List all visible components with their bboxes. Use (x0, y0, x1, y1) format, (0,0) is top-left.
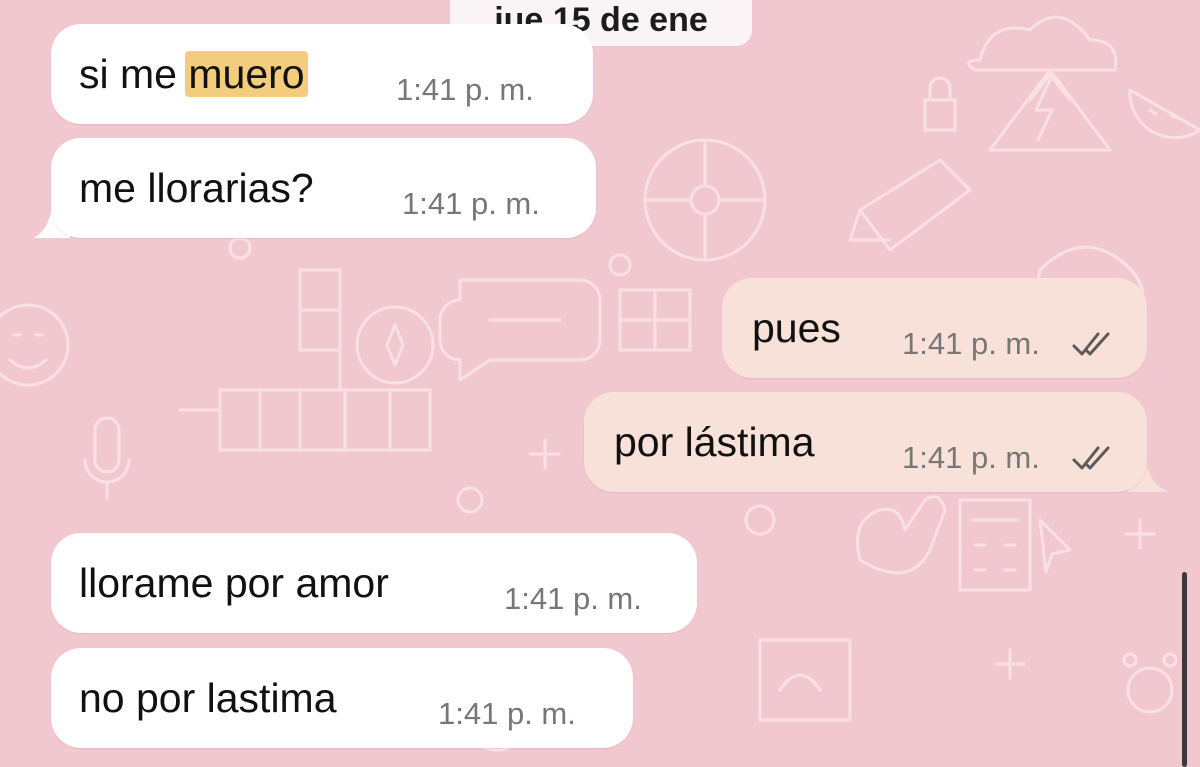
double-check-icon (1072, 332, 1110, 356)
message-text: me llorarias? (79, 165, 314, 211)
message-bubble-incoming[interactable]: llorame por amor 1:41 p. m. (51, 533, 697, 633)
message-bubble-outgoing[interactable]: pues 1:41 p. m. (722, 278, 1147, 378)
message-text: por lástima (614, 419, 815, 465)
message-time: 1:41 p. m. (902, 326, 1040, 361)
message-time: 1:41 p. m. (396, 72, 534, 107)
message-bubble-outgoing[interactable]: por lástima 1:41 p. m. (584, 392, 1147, 492)
message-text: pues (752, 305, 841, 351)
message-time: 1:41 p. m. (402, 186, 540, 221)
message-bubble-incoming[interactable]: si me muero 1:41 p. m. (51, 24, 593, 124)
message-text: si me muero (79, 50, 308, 98)
message-text: no por lastima (79, 675, 337, 721)
message-text: llorame por amor (79, 560, 389, 606)
message-time: 1:41 p. m. (438, 696, 576, 731)
search-highlight: muero (185, 51, 308, 97)
message-bubble-incoming[interactable]: me llorarias? 1:41 p. m. (51, 138, 596, 238)
message-time: 1:41 p. m. (902, 440, 1040, 475)
message-bubble-incoming[interactable]: no por lastima 1:41 p. m. (51, 648, 633, 748)
scrollbar[interactable] (1182, 572, 1187, 767)
message-time: 1:41 p. m. (504, 581, 642, 616)
message-text-part: si me (79, 51, 189, 97)
double-check-icon (1072, 446, 1110, 470)
